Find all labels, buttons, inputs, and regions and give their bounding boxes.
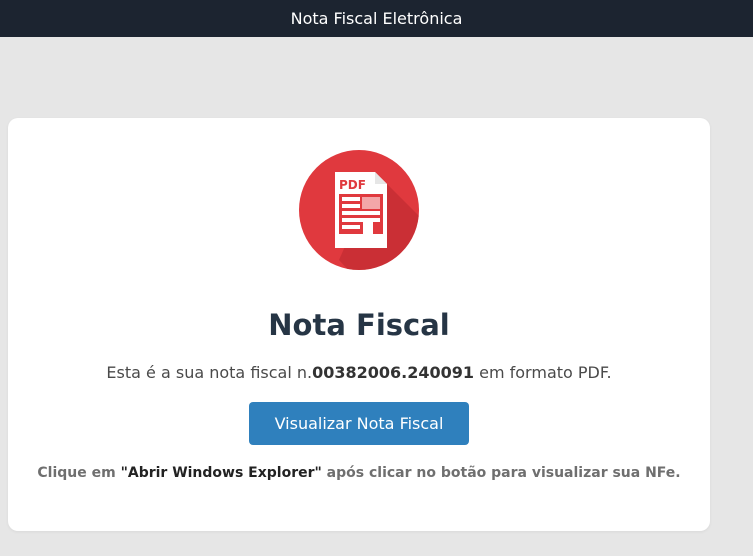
app-header: Nota Fiscal Eletrônica [0, 0, 753, 37]
invoice-number: 00382006.240091 [312, 363, 475, 382]
pdf-file-icon: PDF [299, 150, 419, 270]
header-title: Nota Fiscal Eletrônica [290, 9, 463, 28]
invoice-card: PDF Nota Fiscal Esta é a sua nota fiscal… [8, 118, 710, 531]
instructions-hint: Clique em "Abrir Windows Explorer" após … [8, 465, 710, 481]
description-prefix: Esta é a sua nota fiscal n. [106, 363, 313, 382]
description-suffix: em formato PDF. [474, 363, 612, 382]
hint-emphasis: "Abrir Windows Explorer" [120, 465, 322, 481]
view-invoice-button[interactable]: Visualizar Nota Fiscal [249, 402, 469, 445]
card-title: Nota Fiscal [268, 308, 450, 342]
hint-prefix: Clique em [37, 465, 121, 481]
invoice-description: Esta é a sua nota fiscal n.00382006.2400… [8, 363, 710, 382]
pdf-icon-label: PDF [339, 178, 366, 192]
hint-suffix: após clicar no botão para visualizar sua… [321, 465, 681, 481]
